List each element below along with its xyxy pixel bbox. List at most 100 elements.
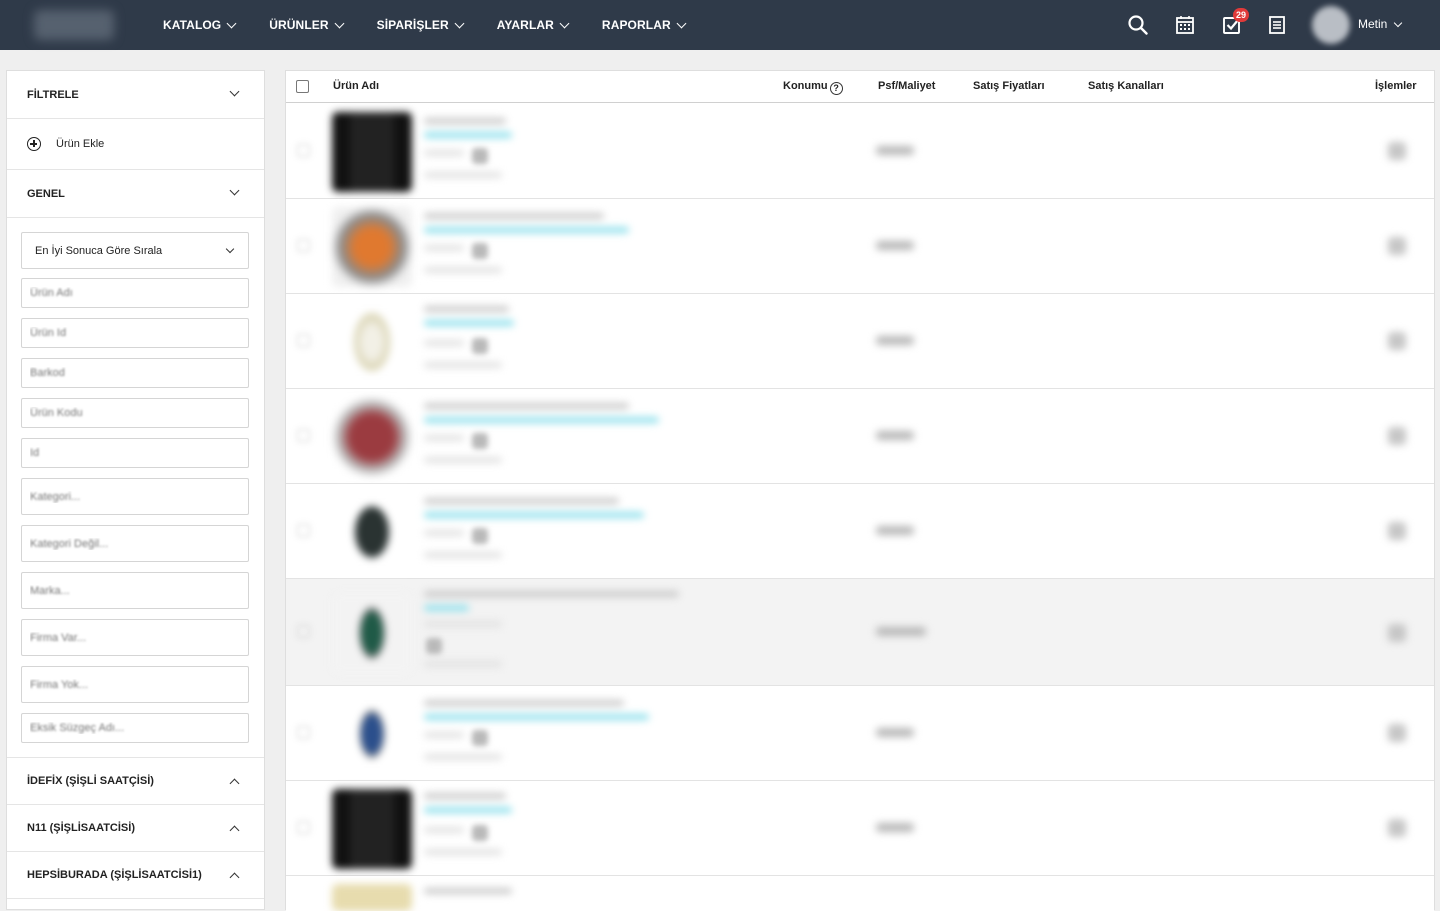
col-sale-prices[interactable]: Satış Fiyatları: [973, 80, 1045, 92]
status-icon: [426, 638, 442, 654]
nav-raporlar[interactable]: RAPORLAR: [601, 18, 687, 32]
section-label: HEPSİBURADA (ŞİŞLİSAATCİSİ1): [27, 869, 202, 881]
product-thumbnail[interactable]: [332, 789, 412, 869]
row-checkbox[interactable]: [297, 821, 310, 834]
row-actions-icon[interactable]: [1388, 522, 1406, 540]
tasks-button[interactable]: 29: [1221, 8, 1250, 36]
nav-urunler[interactable]: ÜRÜNLER: [269, 18, 345, 32]
chevron-up-icon: [229, 825, 240, 836]
sort-select[interactable]: En İyi Sonuca Göre Sırala: [21, 232, 249, 269]
product-table: Ürün Adı Konumu? Psf/Maliyet Satış Fiyat…: [285, 70, 1435, 911]
select-all-checkbox[interactable]: [296, 80, 309, 93]
row-actions-icon[interactable]: [1388, 332, 1406, 350]
add-product-button[interactable]: Ürün Ekle: [7, 119, 264, 170]
psf-value: [876, 336, 914, 345]
product-thumbnail[interactable]: [332, 302, 412, 382]
col-position[interactable]: Konumu?: [783, 80, 843, 95]
id-input[interactable]: [21, 438, 249, 468]
table-row[interactable]: [286, 389, 1434, 484]
row-checkbox[interactable]: [297, 334, 310, 347]
product-thumbnail[interactable]: [332, 112, 412, 192]
row-actions-icon[interactable]: [1388, 237, 1406, 255]
table-row[interactable]: [286, 104, 1434, 199]
section-n11[interactable]: N11 (ŞİŞLİSAATCİSİ): [7, 805, 264, 852]
nav-ayarlar[interactable]: AYARLAR: [496, 18, 570, 32]
row-actions-icon[interactable]: [1388, 724, 1406, 742]
status-icon: [472, 148, 488, 164]
nav-siparisler[interactable]: SİPARİŞLER: [376, 18, 465, 32]
table-row[interactable]: [286, 781, 1434, 876]
tasks-badge: 29: [1233, 8, 1250, 22]
no-company-input[interactable]: [21, 666, 249, 703]
table-row[interactable]: [286, 294, 1434, 389]
psf-value: [876, 526, 914, 535]
nav-label: RAPORLAR: [601, 18, 671, 32]
product-id-input[interactable]: [21, 318, 249, 348]
table-header: Ürün Adı Konumu? Psf/Maliyet Satış Fiyat…: [286, 71, 1434, 103]
main-nav: KATALOG ÜRÜNLER SİPARİŞLER AYARLAR RAPOR…: [163, 0, 719, 50]
row-checkbox[interactable]: [297, 726, 310, 739]
psf-value: [876, 728, 914, 737]
product-thumbnail[interactable]: [332, 694, 412, 774]
row-checkbox[interactable]: [297, 239, 310, 252]
has-company-input[interactable]: [21, 619, 249, 656]
top-navbar: KATALOG ÜRÜNLER SİPARİŞLER AYARLAR RAPOR…: [0, 0, 1440, 50]
psf-value: [876, 431, 914, 440]
user-name: Metin: [1358, 17, 1388, 31]
nav-label: AYARLAR: [496, 18, 554, 32]
category-input[interactable]: [21, 478, 249, 515]
product-thumbnail[interactable]: [332, 207, 412, 287]
brand-input[interactable]: [21, 572, 249, 609]
filter-header[interactable]: FİLTRELE: [7, 71, 264, 119]
user-menu[interactable]: Metin: [1358, 17, 1403, 31]
product-thumbnail[interactable]: [332, 884, 412, 911]
psf-value: [876, 241, 914, 250]
general-label: GENEL: [27, 187, 65, 200]
product-thumbnail[interactable]: [332, 397, 412, 477]
col-actions[interactable]: İşlemler: [1375, 80, 1417, 92]
row-checkbox[interactable]: [297, 524, 310, 537]
section-idefix[interactable]: İDEFİX (ŞİŞLİ SAATÇİSİ): [7, 757, 264, 805]
brand-logo[interactable]: [34, 10, 114, 40]
avatar[interactable]: [1312, 6, 1350, 44]
row-checkbox[interactable]: [297, 625, 310, 638]
nav-label: SİPARİŞLER: [376, 18, 449, 32]
category-exclude-input[interactable]: [21, 525, 249, 562]
section-label: N11 (ŞİŞLİSAATCİSİ): [27, 822, 135, 834]
row-checkbox[interactable]: [297, 429, 310, 442]
table-row[interactable]: [286, 484, 1434, 579]
section-hepsiburada[interactable]: HEPSİBURADA (ŞİŞLİSAATCİSİ1): [7, 852, 264, 899]
chevron-down-icon: [229, 86, 240, 97]
product-thumbnail[interactable]: [332, 492, 412, 572]
chevron-down-icon: [559, 18, 570, 28]
help-icon[interactable]: ?: [829, 82, 843, 95]
psf-value: [876, 627, 926, 636]
calendar-icon[interactable]: [1174, 14, 1196, 36]
row-actions-icon[interactable]: [1388, 142, 1406, 160]
row-actions-icon[interactable]: [1388, 427, 1406, 445]
col-position-label: Konumu: [783, 80, 828, 92]
table-row[interactable]: [286, 579, 1434, 686]
psf-value: [876, 823, 914, 832]
table-row[interactable]: [286, 686, 1434, 781]
barcode-input[interactable]: [21, 358, 249, 388]
row-actions-icon[interactable]: [1388, 819, 1406, 837]
product-name-input[interactable]: [21, 278, 249, 308]
status-icon: [472, 528, 488, 544]
nav-katalog[interactable]: KATALOG: [163, 18, 237, 32]
product-code-input[interactable]: [21, 398, 249, 428]
row-actions-icon[interactable]: [1388, 624, 1406, 642]
col-psf-cost[interactable]: Psf/Maliyet: [878, 80, 935, 92]
search-icon[interactable]: [1127, 14, 1149, 36]
row-checkbox[interactable]: [297, 144, 310, 157]
document-list-icon[interactable]: [1266, 14, 1288, 36]
col-product-name[interactable]: Ürün Adı: [333, 80, 379, 92]
missing-filter-input[interactable]: [21, 713, 249, 743]
general-section-header[interactable]: GENEL: [7, 170, 264, 218]
product-thumbnail[interactable]: [332, 593, 412, 673]
col-sale-channels[interactable]: Satış Kanalları: [1088, 80, 1164, 92]
table-row[interactable]: [286, 199, 1434, 294]
table-row[interactable]: [286, 876, 1434, 911]
status-icon: [472, 338, 488, 354]
status-icon: [472, 825, 488, 841]
